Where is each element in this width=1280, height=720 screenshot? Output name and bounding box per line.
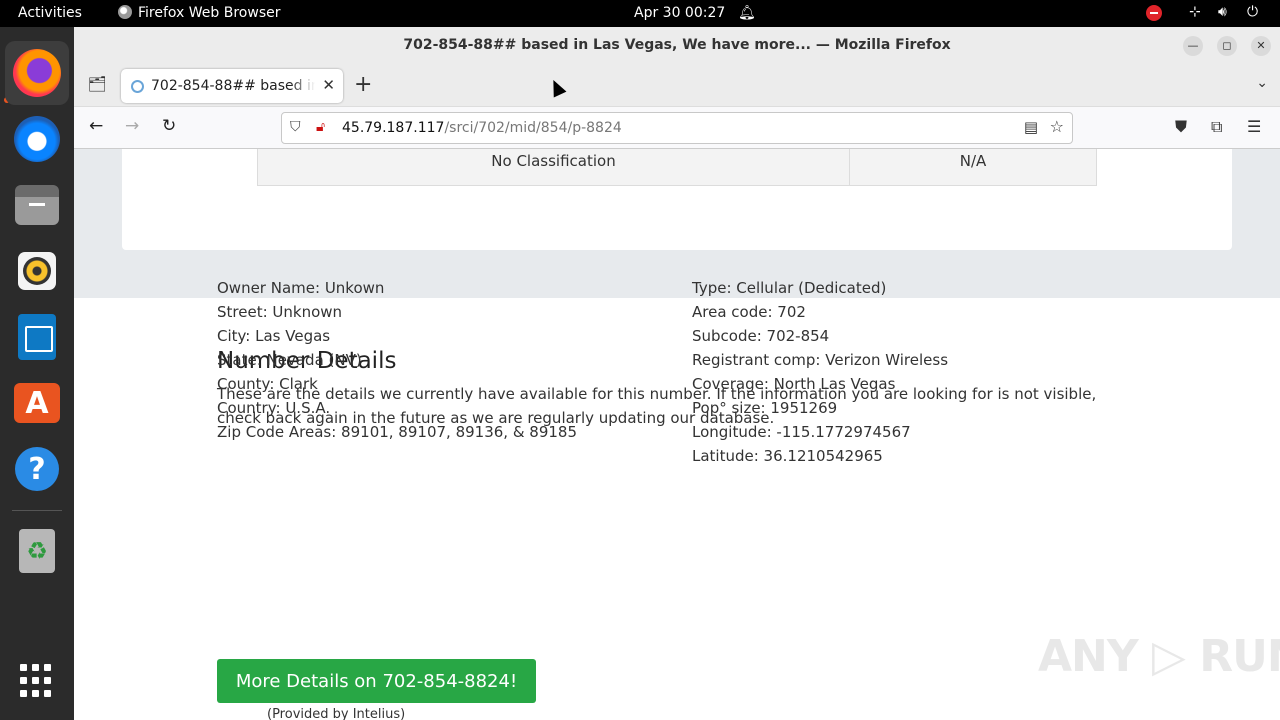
close-window-button[interactable]: ✕	[1251, 36, 1271, 56]
details-left-column: Owner Name: Unkown Street: Unknown City:…	[217, 276, 577, 444]
app-menu-label: Firefox Web Browser	[138, 5, 281, 21]
trash-icon: ♻	[19, 529, 55, 573]
detail-state: State: Nevada (NV)	[217, 351, 362, 369]
classification-label: No Classification	[258, 149, 850, 185]
network-icon[interactable]: ⊹	[1189, 4, 1201, 20]
bell-icon[interactable]: 🔔︎	[738, 5, 756, 21]
alert-indicator-icon[interactable]	[1146, 5, 1162, 21]
dock-rhythmbox[interactable]	[5, 239, 69, 303]
hamburger-menu-icon[interactable]: ☰	[1247, 117, 1261, 136]
dock: A ? ♻	[0, 27, 74, 720]
favicon-icon	[131, 80, 144, 93]
reader-view-icon[interactable]: ▤	[1024, 118, 1038, 136]
tracking-shield-icon[interactable]: ⛉	[290, 119, 301, 135]
classification-card: No Classification N/A	[122, 149, 1232, 250]
back-button[interactable]: ←	[89, 116, 103, 136]
more-details-button[interactable]: More Details on 702-854-8824!	[217, 659, 536, 703]
firefox-view-icon[interactable]: 🗂︎	[86, 75, 108, 97]
firefox-icon	[13, 49, 61, 97]
pocket-icon[interactable]: ⛊	[1175, 117, 1187, 137]
show-apps-grid-icon[interactable]	[20, 664, 54, 698]
tab-strip: 🗂︎ 702-854-88## based in Las Vegas ✕ + ⌄	[74, 65, 1280, 107]
new-tab-button[interactable]: +	[354, 72, 372, 97]
tab-title: 702-854-88## based in Las Vegas	[151, 78, 315, 94]
detail-street: Street: Unknown	[217, 303, 343, 321]
dock-separator	[12, 510, 62, 511]
navigation-toolbar: ← → ↻ ⛉ 🔓︎ 45.79.187.117/srci/702/mid/85…	[74, 107, 1280, 149]
clock[interactable]: Apr 30 00:27	[634, 5, 725, 21]
url-host: 45.79.187.117	[342, 120, 445, 136]
rhythmbox-icon	[18, 252, 56, 290]
detail-latitude: Latitude: 36.1210542965	[692, 447, 883, 465]
dock-trash[interactable]: ♻	[5, 519, 69, 583]
url-path: /srci/702/mid/854/p-8824	[444, 120, 622, 136]
software-store-icon: A	[14, 383, 60, 423]
gnome-top-bar: Activities Firefox Web Browser Apr 30 00…	[0, 0, 1280, 27]
detail-longitude: Longitude: -115.1772974567	[692, 423, 911, 441]
window-titlebar[interactable]: 702-854-88## based in Las Vegas, We have…	[74, 27, 1280, 65]
page-viewport: No Classification N/A Number Details The…	[74, 149, 1280, 720]
insecure-lock-icon[interactable]: 🔓︎	[316, 119, 325, 135]
detail-pop-size: Pop° size: 1951269	[692, 399, 838, 417]
detail-zip-codes: Zip Code Areas: 89101, 89107, 89136, & 8…	[217, 423, 577, 441]
detail-area-code: Area code: 702	[692, 303, 806, 321]
url-bar[interactable]: ⛉ 🔓︎ 45.79.187.117/srci/702/mid/854/p-88…	[281, 112, 1073, 144]
thunderbird-icon	[14, 116, 60, 162]
classification-table-row: No Classification N/A	[257, 149, 1097, 186]
detail-owner: Owner Name: Unkown	[217, 279, 385, 297]
url-text[interactable]: 45.79.187.117/srci/702/mid/854/p-8824	[342, 120, 622, 136]
detail-type: Type: Cellular (Dedicated)	[692, 279, 887, 297]
tab-close-icon[interactable]: ✕	[322, 76, 335, 94]
dock-firefox[interactable]	[5, 41, 69, 105]
reload-button[interactable]: ↻	[162, 116, 176, 136]
firefox-mini-icon	[118, 5, 132, 19]
dock-thunderbird[interactable]	[5, 107, 69, 171]
maximize-button[interactable]: ◻	[1217, 36, 1237, 56]
writer-icon	[18, 314, 56, 360]
detail-subcode: Subcode: 702-854	[692, 327, 830, 345]
app-menu[interactable]: Firefox Web Browser	[118, 5, 281, 21]
detail-county: County: Clark	[217, 375, 318, 393]
detail-coverage: Coverage: North Las Vegas	[692, 375, 896, 393]
files-icon	[15, 185, 59, 225]
bookmark-star-icon[interactable]: ☆	[1050, 117, 1064, 136]
list-all-tabs-chevron-icon[interactable]: ⌄	[1256, 75, 1268, 91]
dock-software[interactable]: A	[5, 371, 69, 435]
help-icon: ?	[15, 447, 59, 491]
minimize-button[interactable]: —	[1183, 36, 1203, 56]
power-icon[interactable]: ⏻	[1247, 4, 1258, 20]
anyrun-watermark: ANY ▷ RUN	[1038, 631, 1280, 682]
classification-value: N/A	[959, 152, 987, 170]
window-title: 702-854-88## based in Las Vegas, We have…	[403, 37, 951, 53]
tab-active[interactable]: 702-854-88## based in Las Vegas ✕	[121, 69, 343, 103]
provided-by-note: (Provided by Intelius)	[267, 707, 406, 720]
detail-city: City: Las Vegas	[217, 327, 331, 345]
volume-icon[interactable]: 🔊︎	[1218, 4, 1227, 20]
dock-help[interactable]: ?	[5, 437, 69, 501]
extensions-icon[interactable]: ⧉	[1211, 117, 1222, 137]
forward-button[interactable]: →	[125, 116, 139, 136]
detail-registrant: Registrant comp: Verizon Wireless	[692, 351, 949, 369]
activities-button[interactable]: Activities	[18, 5, 82, 21]
details-right-column: Type: Cellular (Dedicated) Area code: 70…	[692, 276, 948, 468]
dock-files[interactable]	[5, 173, 69, 237]
firefox-window: 702-854-88## based in Las Vegas, We have…	[74, 27, 1280, 720]
dock-writer[interactable]	[5, 305, 69, 369]
detail-country: Country: U.S.A.	[217, 399, 331, 417]
